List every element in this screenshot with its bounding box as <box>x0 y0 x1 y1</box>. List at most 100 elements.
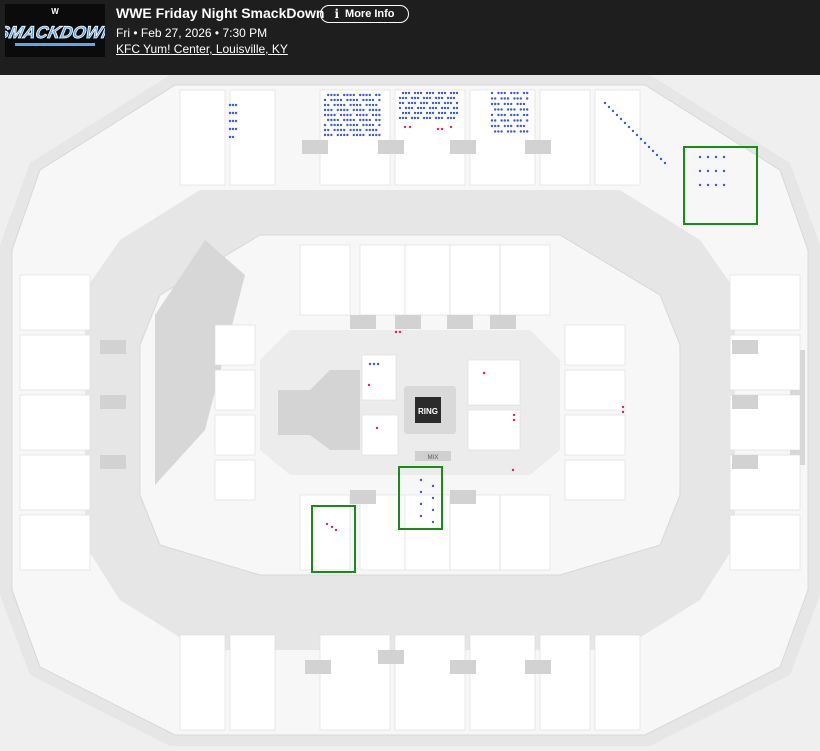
available-seat[interactable] <box>506 119 510 122</box>
available-seat[interactable] <box>522 102 526 106</box>
available-seat[interactable] <box>506 124 510 128</box>
featured-seat[interactable] <box>408 125 412 129</box>
available-seat[interactable] <box>437 96 441 100</box>
available-seat[interactable] <box>371 133 375 137</box>
available-seat[interactable] <box>410 101 414 105</box>
available-seat[interactable] <box>352 128 355 132</box>
featured-seat[interactable] <box>398 330 402 334</box>
available-seat[interactable] <box>336 93 339 97</box>
available-seat[interactable] <box>490 113 494 117</box>
available-seat[interactable] <box>404 91 408 95</box>
upper-section-left[interactable] <box>19 274 91 331</box>
available-seat[interactable] <box>323 123 327 127</box>
available-seat[interactable] <box>231 111 235 115</box>
available-seat[interactable] <box>339 108 343 112</box>
available-seat[interactable] <box>349 118 352 122</box>
available-seat[interactable] <box>449 116 453 120</box>
available-seat[interactable] <box>522 91 526 95</box>
available-seat[interactable] <box>401 91 405 95</box>
available-seat[interactable] <box>443 111 447 115</box>
available-seat[interactable] <box>336 133 339 137</box>
available-seat[interactable] <box>352 133 355 137</box>
available-seat[interactable] <box>455 101 459 105</box>
floor-section[interactable] <box>361 354 397 401</box>
available-seat[interactable] <box>349 93 352 97</box>
available-seat[interactable] <box>494 119 497 122</box>
available-seat[interactable] <box>339 128 343 132</box>
floor-section[interactable] <box>467 359 521 406</box>
available-seat[interactable] <box>231 103 235 107</box>
available-seat[interactable] <box>446 116 450 120</box>
available-seat[interactable] <box>522 113 526 117</box>
available-seat[interactable] <box>503 102 506 106</box>
available-seat[interactable] <box>455 111 459 115</box>
available-seat[interactable] <box>355 108 359 112</box>
upper-section-left[interactable] <box>19 394 91 451</box>
available-seat[interactable] <box>349 128 352 132</box>
available-seat[interactable] <box>371 98 375 102</box>
available-seat[interactable] <box>494 130 497 133</box>
available-seat[interactable] <box>513 113 516 117</box>
available-seat[interactable] <box>365 103 368 107</box>
featured-seat[interactable] <box>440 127 444 131</box>
available-seat[interactable] <box>368 362 372 366</box>
available-seat[interactable] <box>231 119 235 123</box>
available-seat[interactable] <box>228 103 232 107</box>
available-seat[interactable] <box>422 96 426 100</box>
available-seat[interactable] <box>425 111 429 115</box>
available-seat[interactable] <box>327 118 330 122</box>
available-seat[interactable] <box>375 118 378 122</box>
upper-section-top[interactable] <box>539 89 591 186</box>
lower-section-top[interactable] <box>299 244 351 316</box>
upper-section-left[interactable] <box>19 514 91 571</box>
available-seat[interactable] <box>431 111 435 115</box>
available-seat[interactable] <box>228 127 232 131</box>
available-seat[interactable] <box>234 111 238 115</box>
featured-seat[interactable] <box>511 468 515 472</box>
available-seat[interactable] <box>323 113 327 117</box>
available-seat[interactable] <box>375 103 378 107</box>
available-seat[interactable] <box>490 102 494 106</box>
available-seat[interactable] <box>407 106 411 110</box>
available-seat[interactable] <box>452 116 456 120</box>
available-seat[interactable] <box>371 108 375 112</box>
available-seat[interactable] <box>494 102 497 106</box>
available-seat[interactable] <box>503 124 506 128</box>
available-seat[interactable] <box>228 119 232 123</box>
available-seat[interactable] <box>355 123 359 127</box>
available-seat[interactable] <box>500 113 503 117</box>
available-seat[interactable] <box>416 111 420 115</box>
available-seat[interactable] <box>323 103 327 107</box>
available-seat[interactable] <box>434 96 438 100</box>
available-seat[interactable] <box>343 118 346 122</box>
available-seat[interactable] <box>330 93 333 97</box>
available-seat[interactable] <box>522 108 526 111</box>
available-seat[interactable] <box>698 155 702 159</box>
available-seat[interactable] <box>419 514 423 518</box>
available-seat[interactable] <box>349 98 352 102</box>
available-seat[interactable] <box>228 135 232 139</box>
available-seat[interactable] <box>327 103 330 107</box>
featured-seat[interactable] <box>512 413 516 417</box>
available-seat[interactable] <box>619 117 623 121</box>
available-seat[interactable] <box>497 108 500 111</box>
available-seat[interactable] <box>368 123 371 127</box>
upper-section-bottom[interactable] <box>539 634 591 731</box>
available-seat[interactable] <box>352 118 355 122</box>
available-seat[interactable] <box>365 113 368 117</box>
available-seat[interactable] <box>452 111 456 115</box>
available-seat[interactable] <box>362 113 365 117</box>
featured-seat[interactable] <box>375 426 379 430</box>
available-seat[interactable] <box>419 502 423 506</box>
available-seat[interactable] <box>413 101 417 105</box>
available-seat[interactable] <box>368 98 371 102</box>
available-seat[interactable] <box>500 108 503 111</box>
available-seat[interactable] <box>410 106 414 110</box>
available-seat[interactable] <box>519 102 522 106</box>
lower-section-top[interactable] <box>499 244 551 316</box>
available-seat[interactable] <box>422 106 426 110</box>
available-seat[interactable] <box>330 118 333 122</box>
available-seat[interactable] <box>494 97 497 100</box>
available-seat[interactable] <box>659 157 663 161</box>
available-seat[interactable] <box>365 123 368 127</box>
